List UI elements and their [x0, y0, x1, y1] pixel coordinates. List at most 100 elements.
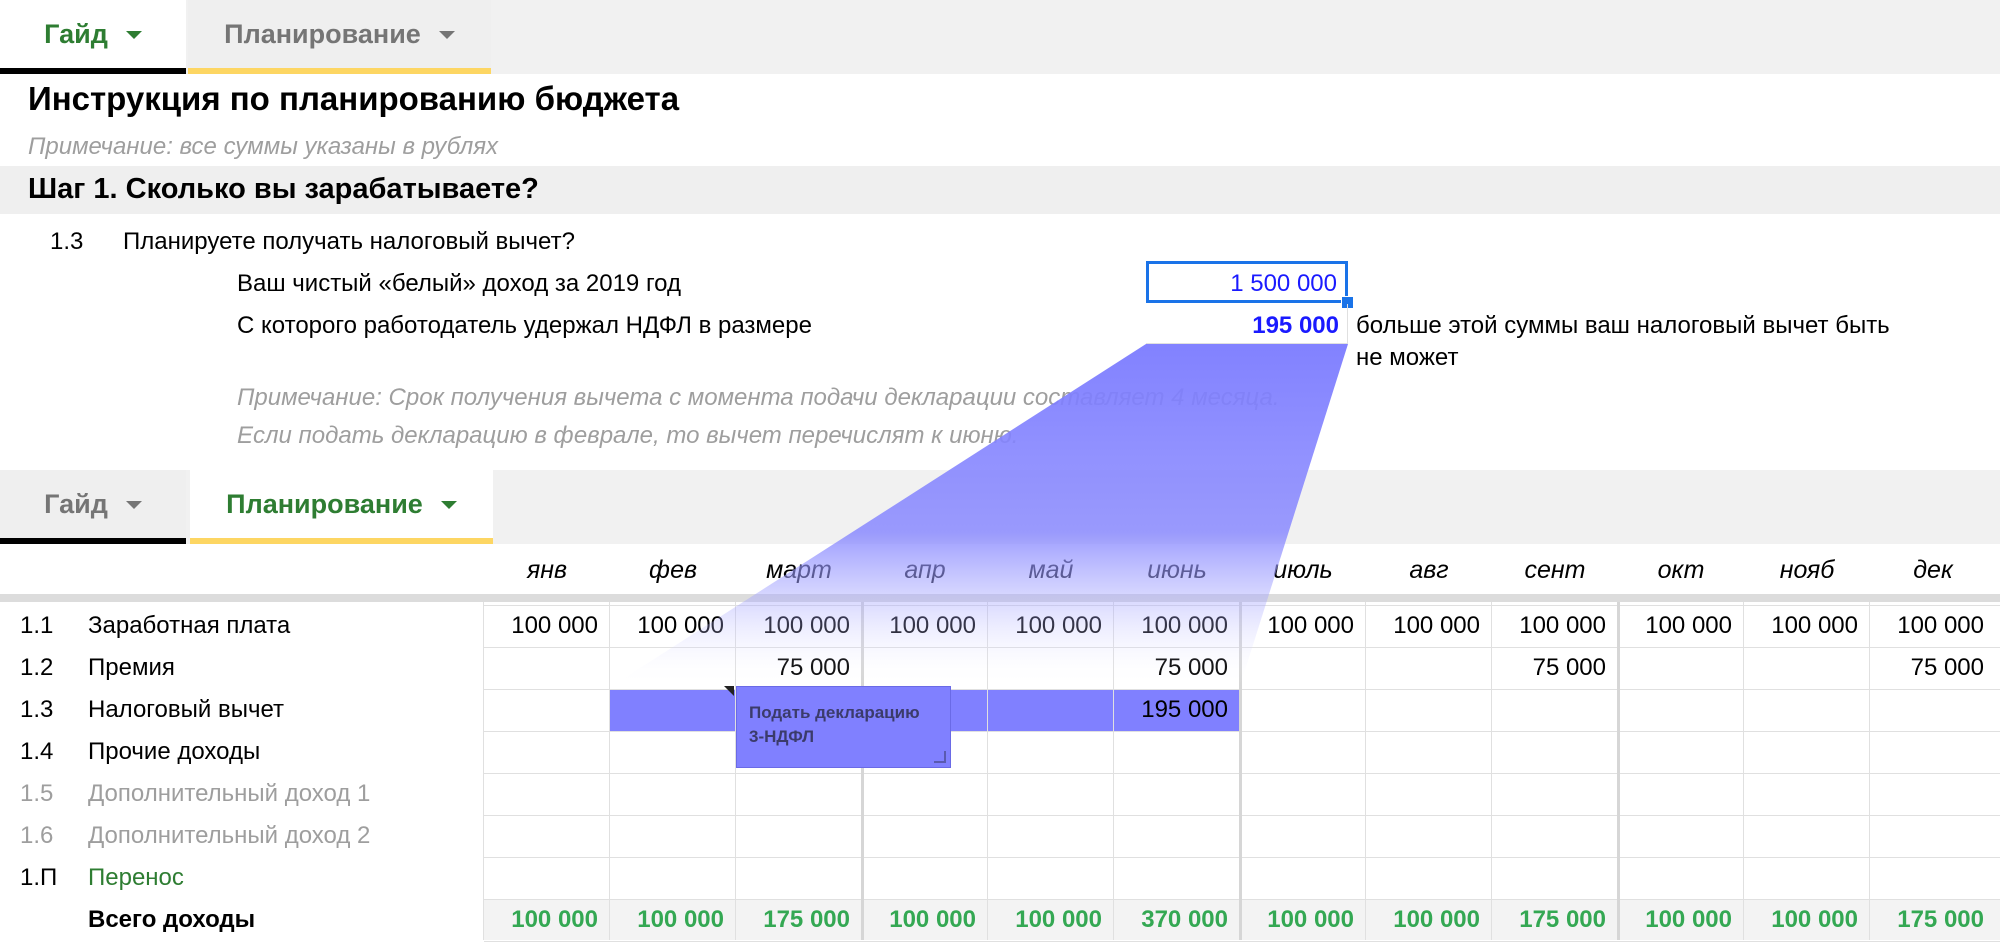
table-cell[interactable]: 100 000: [1744, 906, 1870, 934]
table-cell[interactable]: 75 000: [1492, 654, 1618, 682]
grid-hline: [484, 605, 2000, 606]
row-label: Дополнительный доход 2: [88, 822, 371, 849]
deduction-note-line2: Если подать декларацию в феврале, то выч…: [237, 422, 1019, 449]
table-cell[interactable]: 100 000: [1366, 906, 1492, 934]
ndfl-hint-line2: не может: [1356, 344, 1459, 371]
table-cell[interactable]: 100 000: [988, 612, 1114, 640]
question-number: 1.3: [50, 228, 84, 255]
month-header-май: май: [1028, 556, 1074, 584]
tab-planning-label: Планирование: [224, 18, 421, 49]
row-label: Заработная плата: [88, 612, 291, 639]
resize-handle-icon[interactable]: [934, 751, 946, 763]
table-cell[interactable]: 100 000: [1114, 612, 1240, 640]
tab-guide[interactable]: Гайд: [0, 0, 186, 74]
grid-hline: [484, 773, 2000, 774]
grid-hline: [484, 647, 2000, 648]
table-cell[interactable]: 100 000: [1618, 612, 1744, 640]
table-cell[interactable]: 100 000: [1240, 906, 1366, 934]
ndfl-value-cell[interactable]: 195 000: [1146, 304, 1348, 344]
month-header-сент: сент: [1524, 556, 1586, 584]
table-cell[interactable]: 100 000: [1618, 906, 1744, 934]
row-number: 1.2: [20, 654, 54, 681]
grid-vline: [1491, 602, 1492, 940]
comment-line2: 3-НДФЛ: [749, 727, 815, 746]
month-header-дек: дек: [1913, 556, 1953, 584]
table-cell[interactable]: 100 000: [484, 612, 610, 640]
grid-vline: [861, 602, 864, 940]
ndfl-label: С которого работодатель удержал НДФЛ в р…: [237, 312, 812, 339]
chevron-down-icon[interactable]: [125, 31, 142, 39]
grid-vline: [1869, 602, 1870, 940]
month-header-авг: авг: [1409, 556, 1449, 584]
table-cell[interactable]: 100 000: [1744, 612, 1870, 640]
row-number: 1.6: [20, 822, 54, 849]
row-number: 1.5: [20, 780, 54, 807]
step-title: Шаг 1. Сколько вы зарабатываете?: [28, 173, 539, 205]
table-cell[interactable]: 100 000: [610, 612, 736, 640]
table-cell[interactable]: 75 000: [1114, 654, 1240, 682]
table-cell[interactable]: 100 000: [1492, 612, 1618, 640]
row-number: 1.4: [20, 738, 54, 765]
ndfl-hint-line1: больше этой суммы ваш налоговый вычет бы…: [1356, 312, 1890, 339]
grid-vline: [483, 602, 484, 940]
table-cell[interactable]: 370 000: [1114, 906, 1240, 934]
row-label: Дополнительный доход 1: [88, 780, 371, 807]
row-number: 1.1: [20, 612, 54, 639]
currency-note: Примечание: все суммы указаны в рублях: [28, 133, 499, 160]
grid-vline: [1239, 602, 1242, 940]
grid-vline: [1617, 602, 1620, 940]
table-cell[interactable]: 100 000: [1366, 612, 1492, 640]
table-cell[interactable]: 195 000: [1114, 696, 1240, 724]
month-header-март: март: [766, 556, 832, 584]
income-label: Ваш чистый «белый» доход за 2019 год: [237, 270, 681, 297]
grid-hline: [484, 689, 2000, 690]
income-input[interactable]: 1 500 000: [1146, 261, 1348, 303]
table-cell[interactable]: 100 000: [988, 906, 1114, 934]
tab-guide-bottom[interactable]: Гайд: [0, 470, 186, 544]
question-text: Планируете получать налоговый вычет?: [123, 228, 575, 255]
tab-guide-bottom-label: Гайд: [44, 488, 108, 519]
table-cell[interactable]: 75 000: [1870, 654, 1996, 682]
top-tab-bar: Гайд Планирование: [0, 0, 2000, 74]
grid-vline: [1365, 602, 1366, 940]
chevron-down-icon[interactable]: [438, 31, 455, 39]
chevron-down-icon[interactable]: [125, 501, 142, 509]
grid-vline: [987, 602, 988, 940]
grid-hline: [484, 857, 2000, 858]
bottom-tab-bar: Гайд Планирование: [0, 470, 2000, 544]
month-header-окт: окт: [1657, 556, 1705, 584]
table-cell[interactable]: 100 000: [736, 612, 862, 640]
tab-guide-label: Гайд: [44, 18, 108, 49]
income-value: 1 500 000: [1230, 270, 1337, 297]
page-title: Инструкция по планированию бюджета: [28, 80, 680, 117]
tab-planning-bottom[interactable]: Планирование: [190, 470, 493, 544]
table-cell[interactable]: 175 000: [1870, 906, 1996, 934]
table-cell[interactable]: 100 000: [1240, 612, 1366, 640]
table-cell[interactable]: 100 000: [1870, 612, 1996, 640]
table-cell[interactable]: 100 000: [862, 906, 988, 934]
grid-vline: [1743, 602, 1744, 940]
row-number: 1.П: [20, 864, 58, 891]
chevron-down-icon[interactable]: [440, 501, 457, 509]
table-cell[interactable]: 175 000: [736, 906, 862, 934]
row-label: Премия: [88, 654, 175, 681]
table-cell[interactable]: 175 000: [1492, 906, 1618, 934]
row-label: Всего доходы: [88, 906, 256, 933]
table-cell[interactable]: 75 000: [736, 654, 862, 682]
row-label: Прочие доходы: [88, 738, 261, 765]
table-cell[interactable]: 100 000: [862, 612, 988, 640]
tab-planning[interactable]: Планирование: [188, 0, 491, 74]
grid-vline: [1113, 602, 1114, 940]
cell-comment[interactable]: Подать декларацию 3-НДФЛ: [736, 686, 951, 768]
comment-indicator-icon: [724, 686, 734, 696]
deduction-note-line1: Примечание: Срок получения вычета с моме…: [237, 384, 1280, 411]
month-header-янв: янв: [526, 556, 568, 584]
grid-vline: [735, 602, 736, 940]
grid-hline: [484, 731, 2000, 732]
table-cell[interactable]: 100 000: [484, 906, 610, 934]
month-header-июль: июль: [1273, 556, 1333, 584]
month-header-июнь: июнь: [1147, 556, 1207, 584]
tab-planning-bottom-label: Планирование: [226, 488, 423, 519]
table-cell[interactable]: 100 000: [610, 906, 736, 934]
grid-vline: [609, 602, 610, 940]
